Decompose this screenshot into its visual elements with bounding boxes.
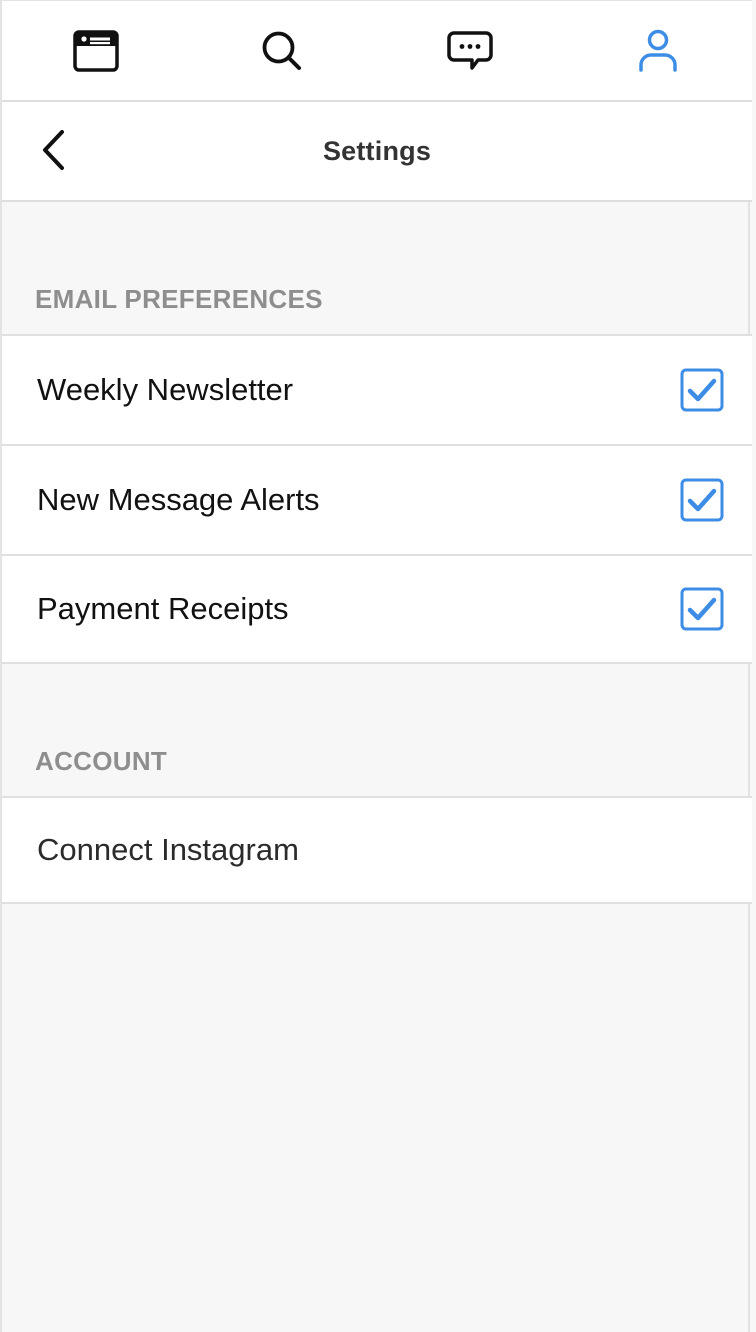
list-item-weekly-newsletter[interactable]: Weekly Newsletter	[2, 336, 752, 446]
nav-home-button[interactable]	[36, 1, 156, 101]
email-preferences-list: Weekly Newsletter New Message Alerts Pay…	[2, 334, 752, 664]
settings-header: Settings	[2, 102, 752, 202]
list-item-label: Connect Instagram	[37, 832, 299, 867]
list-item-label: New Message Alerts	[37, 482, 320, 517]
browser-window-icon	[73, 30, 119, 72]
search-icon	[261, 30, 303, 72]
top-nav-bar	[2, 0, 752, 102]
payment-receipts-checkbox[interactable]	[680, 587, 724, 631]
user-profile-icon	[638, 29, 678, 73]
section-label-account: ACCOUNT	[35, 746, 168, 776]
nav-messages-button[interactable]	[410, 1, 530, 101]
message-bubble-icon	[447, 30, 493, 72]
list-item-new-message-alerts[interactable]: New Message Alerts	[2, 446, 752, 556]
weekly-newsletter-checkbox[interactable]	[680, 368, 724, 412]
app-frame: Settings EMAIL PREFERENCES Weekly Newsle…	[0, 0, 752, 1332]
list-item-label: Weekly Newsletter	[37, 372, 294, 407]
account-list: Connect Instagram	[2, 796, 752, 904]
section-label-email-preferences: EMAIL PREFERENCES	[35, 284, 323, 314]
checkmark-icon	[680, 478, 724, 522]
list-item-payment-receipts[interactable]: Payment Receipts	[2, 556, 752, 664]
list-item-connect-instagram[interactable]: Connect Instagram	[2, 798, 752, 904]
page-title: Settings	[322, 136, 432, 166]
checkmark-icon	[680, 368, 724, 412]
checkmark-icon	[680, 587, 724, 631]
nav-profile-button[interactable]	[598, 1, 718, 101]
list-item-label: Payment Receipts	[37, 591, 289, 626]
nav-search-button[interactable]	[222, 1, 342, 101]
new-message-alerts-checkbox[interactable]	[680, 478, 724, 522]
